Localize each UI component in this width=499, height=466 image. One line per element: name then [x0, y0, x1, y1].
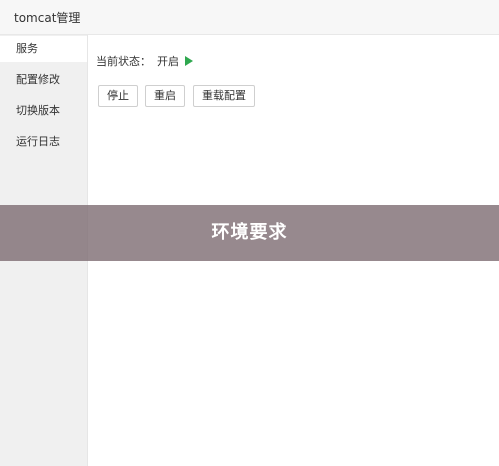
restart-button[interactable]: 重启 — [145, 85, 185, 107]
play-icon — [185, 56, 193, 66]
status-row: 当前状态： 开启 — [96, 53, 193, 69]
stop-button[interactable]: 停止 — [98, 85, 138, 107]
window-title: tomcat管理 — [14, 11, 81, 25]
banner-title: 环境要求 — [211, 222, 288, 243]
title-bar: tomcat管理 — [0, 0, 499, 35]
tomcat-manager-window: 主机侦探 服务跨境电商 助力中企出海 主机侦探 服务跨境电商 助力中企出海 to… — [0, 0, 499, 466]
sidebar-item-config[interactable]: 配置修改 — [0, 67, 87, 93]
sidebar-item-service[interactable]: 服务 — [0, 36, 87, 62]
sidebar-item-version[interactable]: 切换版本 — [0, 98, 87, 124]
overlay-banner: 环境要求 — [0, 205, 499, 261]
reload-config-button[interactable]: 重载配置 — [193, 85, 255, 107]
status-value: 开启 — [157, 55, 179, 68]
sidebar-item-logs[interactable]: 运行日志 — [0, 129, 87, 155]
status-label: 当前状态： — [96, 55, 151, 68]
